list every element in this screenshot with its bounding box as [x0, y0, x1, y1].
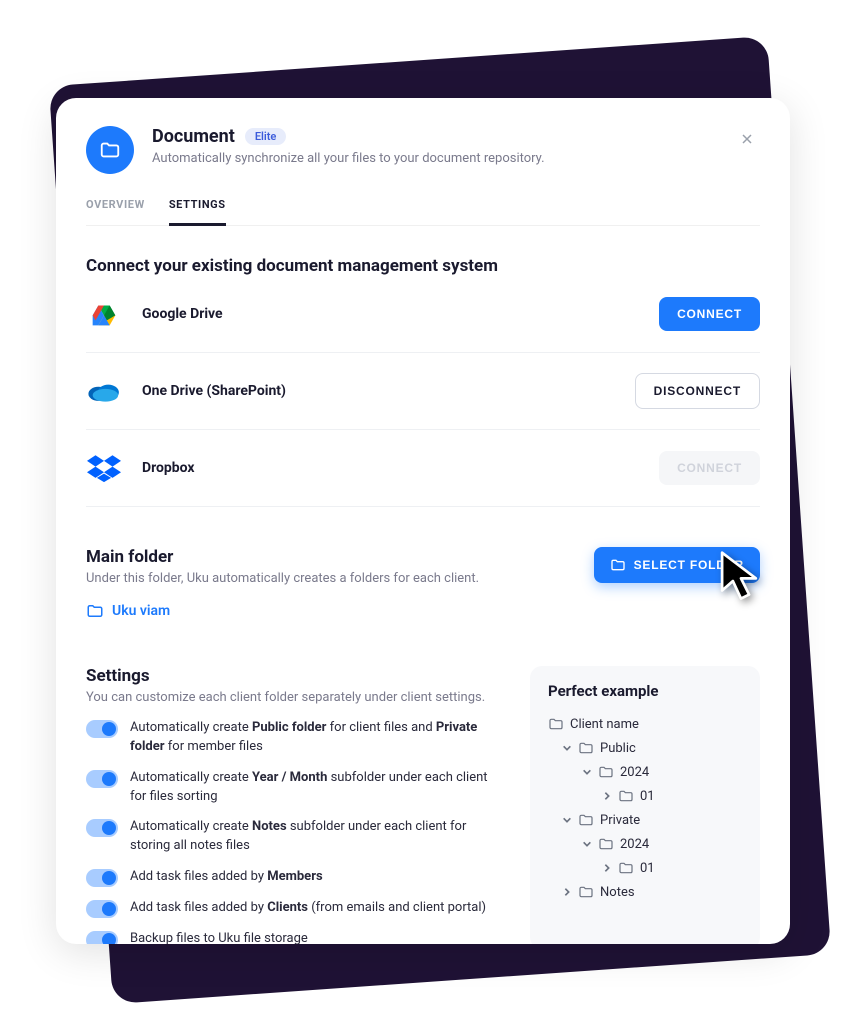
tree-row-private-year[interactable]: 2024	[548, 832, 742, 856]
tree-row-public-year[interactable]: 2024	[548, 760, 742, 784]
settings-title: Settings	[86, 666, 502, 686]
settings-toggle-item: Add task files added by Members	[86, 868, 502, 887]
example-title: Perfect example	[548, 682, 742, 700]
folder-icon	[86, 602, 104, 620]
select-folder-button[interactable]: SELECT FOLDER	[594, 547, 760, 583]
folder-icon	[548, 716, 564, 732]
provider-google-drive: Google Drive CONNECT	[86, 276, 760, 353]
provider-onedrive: One Drive (SharePoint) DISCONNECT	[86, 353, 760, 430]
toggle-label: Automatically create Public folder for c…	[130, 719, 502, 757]
tab-bar: OVERVIEW SETTINGS	[86, 198, 760, 226]
settings-toggle-list: Automatically create Public folder for c…	[86, 719, 502, 944]
connect-button-disabled: CONNECT	[659, 451, 760, 485]
settings-toggle-item: Backup files to Uku file storage	[86, 930, 502, 944]
dropbox-icon	[86, 450, 122, 486]
toggle-label: Automatically create Year / Month subfol…	[130, 769, 502, 807]
folder-icon	[578, 812, 594, 828]
mainfolder-subtitle: Under this folder, Uku automatically cre…	[86, 571, 574, 586]
toggle-switch[interactable]	[86, 819, 118, 837]
connect-title: Connect your existing document managemen…	[86, 256, 760, 276]
folder-icon	[598, 836, 614, 852]
tree-row-public[interactable]: Public	[548, 736, 742, 760]
folder-icon	[578, 740, 594, 756]
toggle-label: Backup files to Uku file storage	[130, 930, 308, 944]
settings-toggle-item: Automatically create Notes subfolder und…	[86, 818, 502, 856]
tree-row-public-month[interactable]: 01	[548, 784, 742, 808]
document-icon	[86, 126, 134, 174]
folder-icon	[598, 764, 614, 780]
provider-name: Dropbox	[142, 460, 195, 476]
tab-overview[interactable]: OVERVIEW	[86, 198, 145, 225]
tree-row-private-month[interactable]: 01	[548, 856, 742, 880]
select-folder-label: SELECT FOLDER	[634, 558, 744, 572]
disconnect-button[interactable]: DISCONNECT	[635, 373, 760, 409]
toggle-switch[interactable]	[86, 931, 118, 944]
chevron-down-icon	[582, 839, 592, 849]
provider-name: Google Drive	[142, 306, 223, 322]
current-folder-link[interactable]: Uku viam	[86, 602, 574, 620]
settings-toggle-item: Add task files added by Clients (from em…	[86, 899, 502, 918]
chevron-down-icon	[582, 767, 592, 777]
onedrive-icon	[86, 373, 122, 409]
folder-icon	[618, 788, 634, 804]
folder-icon	[578, 884, 594, 900]
modal-subtitle: Automatically synchronize all your files…	[152, 151, 716, 166]
google-drive-icon	[86, 296, 122, 332]
tree-row-client: Client name	[548, 712, 742, 736]
example-panel: Perfect example Client name Public	[530, 666, 760, 944]
settings-subtitle: You can customize each client folder sep…	[86, 690, 502, 705]
toggle-switch[interactable]	[86, 900, 118, 918]
toggle-label: Automatically create Notes subfolder und…	[130, 818, 502, 856]
toggle-switch[interactable]	[86, 869, 118, 887]
settings-toggle-item: Automatically create Year / Month subfol…	[86, 769, 502, 807]
current-folder-name: Uku viam	[112, 603, 170, 619]
folder-icon	[618, 860, 634, 876]
chevron-down-icon	[562, 743, 572, 753]
chevron-right-icon	[602, 863, 612, 873]
toggle-switch[interactable]	[86, 720, 118, 738]
tree-row-notes[interactable]: Notes	[548, 880, 742, 904]
tree-row-private[interactable]: Private	[548, 808, 742, 832]
modal-title: Document	[152, 126, 235, 147]
chevron-right-icon	[602, 791, 612, 801]
folder-icon	[610, 557, 626, 573]
mainfolder-title: Main folder	[86, 547, 574, 567]
document-settings-modal: Document Elite Automatically synchronize…	[56, 98, 790, 944]
settings-toggle-item: Automatically create Public folder for c…	[86, 719, 502, 757]
toggle-label: Add task files added by Clients (from em…	[130, 899, 486, 918]
chevron-right-icon	[562, 887, 572, 897]
connect-button[interactable]: CONNECT	[659, 297, 760, 331]
tab-settings[interactable]: SETTINGS	[169, 198, 226, 226]
close-icon[interactable]	[734, 126, 760, 152]
provider-name: One Drive (SharePoint)	[142, 383, 286, 399]
chevron-down-icon	[562, 815, 572, 825]
elite-badge: Elite	[245, 128, 287, 145]
provider-dropbox: Dropbox CONNECT	[86, 430, 760, 507]
toggle-switch[interactable]	[86, 770, 118, 788]
toggle-label: Add task files added by Members	[130, 868, 323, 887]
